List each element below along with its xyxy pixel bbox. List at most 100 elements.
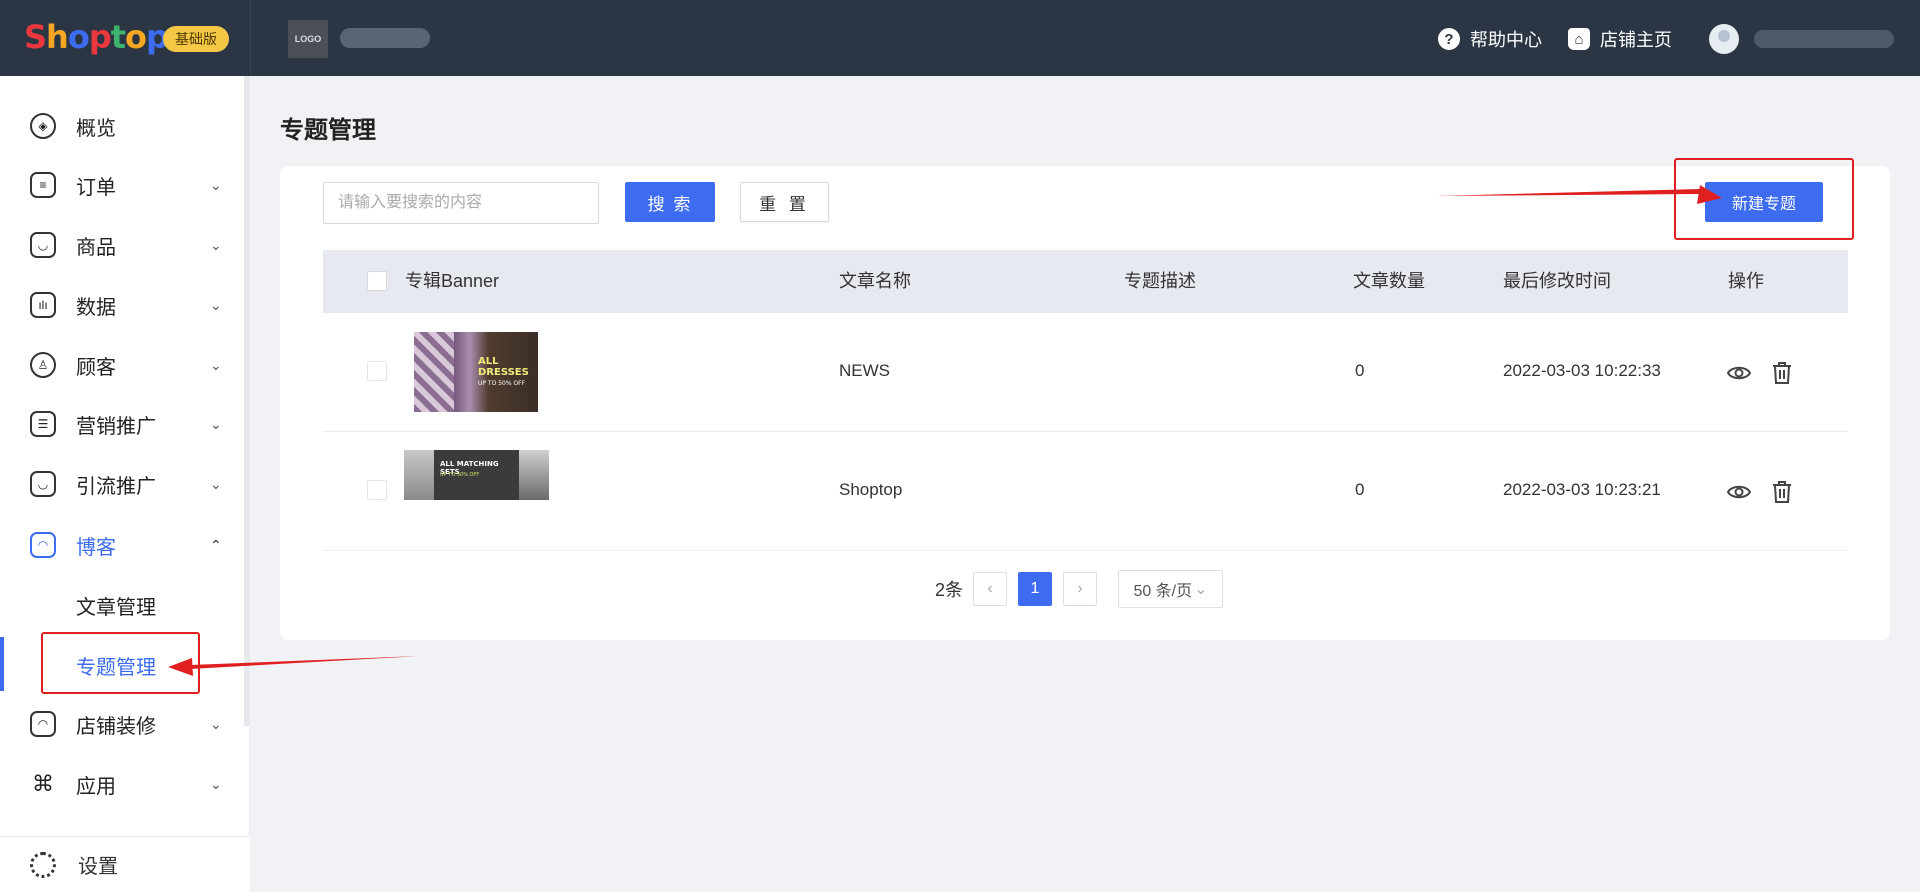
- store-name[interactable]: [340, 28, 430, 48]
- chevron-down-icon: ⌄: [210, 775, 222, 792]
- pagination-total: 2条: [935, 580, 964, 600]
- sidebar-item-orders[interactable]: ≡ 订单 ⌄: [0, 155, 244, 215]
- bag-icon: ◡: [30, 471, 56, 497]
- table-header: 专辑Banner 文章名称 专题描述 文章数量 最后修改时间 操作: [323, 250, 1848, 313]
- sidebar-item-label: 订单: [76, 176, 116, 199]
- top-bar: Shoptop 基础版 LOGO ? 帮助中心 ⌂ 店铺主页: [0, 0, 1920, 76]
- sidebar-item-label: 商品: [76, 236, 116, 259]
- sidebar-item-label: 数据: [76, 296, 116, 319]
- banner-text: ALL DRESSES: [478, 356, 529, 378]
- brand-letter: o: [125, 18, 147, 56]
- compass-icon: ◈: [30, 113, 56, 139]
- sidebar-item-label: 营销推广: [76, 415, 156, 438]
- apps-icon: ⌘: [32, 771, 54, 796]
- row-checkbox[interactable]: [367, 361, 387, 381]
- store-home-link[interactable]: ⌂ 店铺主页: [1568, 26, 1672, 52]
- prev-page-button[interactable]: ‹: [973, 572, 1007, 606]
- sidebar-item-settings[interactable]: 设置: [0, 836, 250, 892]
- page-number-current[interactable]: 1: [1018, 572, 1052, 606]
- sidebar-item-label: 概览: [76, 117, 116, 140]
- column-header: 文章名称: [839, 271, 911, 291]
- store-icon: ◠: [30, 711, 56, 737]
- sidebar-item-traffic[interactable]: ◡ 引流推广 ⌄: [0, 454, 244, 514]
- brand-logo[interactable]: Shoptop: [24, 18, 169, 56]
- sidebar-item-label: 引流推广: [76, 475, 156, 498]
- shop-icon: ⌂: [1568, 28, 1590, 50]
- sidebar-item-store-design[interactable]: ◠ 店铺装修 ⌄: [0, 694, 244, 754]
- brand-letter: h: [46, 18, 69, 56]
- select-all-checkbox[interactable]: [367, 271, 387, 291]
- help-center-link[interactable]: ? 帮助中心: [1438, 26, 1542, 52]
- product-icon: ◡: [30, 232, 56, 258]
- banner-subtext: UP TO 50% OFF: [478, 380, 526, 387]
- chevron-down-icon: ⌄: [210, 176, 222, 193]
- annotation-box: [41, 632, 200, 694]
- column-header: 操作: [1728, 271, 1764, 291]
- column-header: 专辑Banner: [405, 271, 500, 291]
- brand-letter: p: [88, 18, 112, 56]
- annotation-box: [1674, 158, 1854, 240]
- modified-time: 2022-03-03 10:23:21: [1503, 480, 1661, 499]
- sidebar-item-label: 应用: [76, 775, 116, 798]
- table-row: ALL MATCHING SETS UP TO 50% OFF Shoptop …: [323, 432, 1848, 551]
- chart-icon: ılı: [30, 292, 56, 318]
- chevron-down-icon: ⌄: [1194, 581, 1208, 598]
- banner-thumbnail: ALL DRESSES UP TO 50% OFF: [414, 332, 538, 412]
- help-icon: ?: [1438, 28, 1460, 50]
- blog-icon: ◠: [30, 532, 56, 558]
- search-input[interactable]: [323, 182, 599, 224]
- modified-time: 2022-03-03 10:22:33: [1503, 361, 1661, 380]
- sidebar-item-marketing[interactable]: ☰ 营销推广 ⌄: [0, 394, 244, 454]
- sidebar-item-label: 顾客: [76, 356, 116, 379]
- brand-letter: o: [67, 18, 90, 56]
- chevron-down-icon: ⌄: [210, 296, 222, 313]
- sidebar-item-label: 设置: [78, 856, 118, 878]
- sidebar-item-label: 店铺装修: [76, 715, 156, 738]
- sidebar: ◈ 概览 ≡ 订单 ⌄ ◡ 商品 ⌄ ılı 数据 ⌄ ♙ 顾客 ⌄ ☰ 营销推…: [0, 76, 250, 892]
- article-title: Shoptop: [839, 480, 903, 499]
- ticket-icon: ☰: [30, 411, 56, 437]
- page-size-value: 50 条/页: [1133, 583, 1193, 600]
- store-home-label: 店铺主页: [1600, 30, 1672, 50]
- store-logo[interactable]: LOGO: [288, 20, 328, 58]
- user-icon: ♙: [30, 352, 56, 378]
- sidebar-item-customers[interactable]: ♙ 顾客 ⌄: [0, 335, 244, 395]
- sidebar-scrollbar[interactable]: [244, 76, 250, 726]
- column-header: 专题描述: [1124, 271, 1196, 291]
- chevron-down-icon: ⌄: [210, 475, 222, 492]
- chevron-down-icon: ⌄: [210, 236, 222, 253]
- article-count: 0: [1355, 480, 1365, 499]
- edition-badge: 基础版: [163, 26, 229, 52]
- trash-icon[interactable]: [1769, 479, 1795, 505]
- brand-letter: t: [110, 18, 126, 56]
- sidebar-item-blog[interactable]: ◠ 博客 ⌃: [0, 515, 244, 575]
- eye-icon[interactable]: [1726, 360, 1752, 386]
- banner-subtext: UP TO 50% OFF: [440, 472, 480, 478]
- chevron-down-icon: ⌄: [210, 356, 222, 373]
- search-button[interactable]: 搜 索: [625, 182, 715, 222]
- sidebar-item-data[interactable]: ılı 数据 ⌄: [0, 275, 244, 335]
- chevron-up-icon: ⌃: [210, 536, 222, 553]
- page-title: 专题管理: [280, 117, 376, 144]
- sidebar-item-products[interactable]: ◡ 商品 ⌄: [0, 215, 244, 275]
- chevron-down-icon: ⌄: [210, 415, 222, 432]
- sidebar-item-label: 博客: [76, 536, 116, 559]
- sidebar-item-overview[interactable]: ◈ 概览: [0, 96, 244, 156]
- table-row: ALL DRESSES UP TO 50% OFF NEWS 0 2022-03…: [323, 313, 1848, 432]
- trash-icon[interactable]: [1769, 360, 1795, 386]
- eye-icon[interactable]: [1726, 479, 1752, 505]
- article-title: NEWS: [839, 361, 890, 380]
- article-count: 0: [1355, 361, 1365, 380]
- next-page-button[interactable]: ›: [1063, 572, 1097, 606]
- column-header: 最后修改时间: [1503, 271, 1611, 291]
- user-name[interactable]: [1754, 30, 1894, 48]
- order-icon: ≡: [30, 172, 56, 198]
- chevron-down-icon: ⌄: [210, 715, 222, 732]
- sidebar-item-apps[interactable]: ⌘ 应用 ⌄: [0, 754, 244, 814]
- reset-button[interactable]: 重 置: [740, 182, 829, 222]
- avatar[interactable]: [1709, 24, 1739, 54]
- page-size-select[interactable]: 50 条/页 ⌄: [1118, 570, 1223, 608]
- row-checkbox[interactable]: [367, 480, 387, 500]
- sidebar-subitem-articles[interactable]: 文章管理: [0, 575, 244, 635]
- column-header: 文章数量: [1353, 271, 1425, 291]
